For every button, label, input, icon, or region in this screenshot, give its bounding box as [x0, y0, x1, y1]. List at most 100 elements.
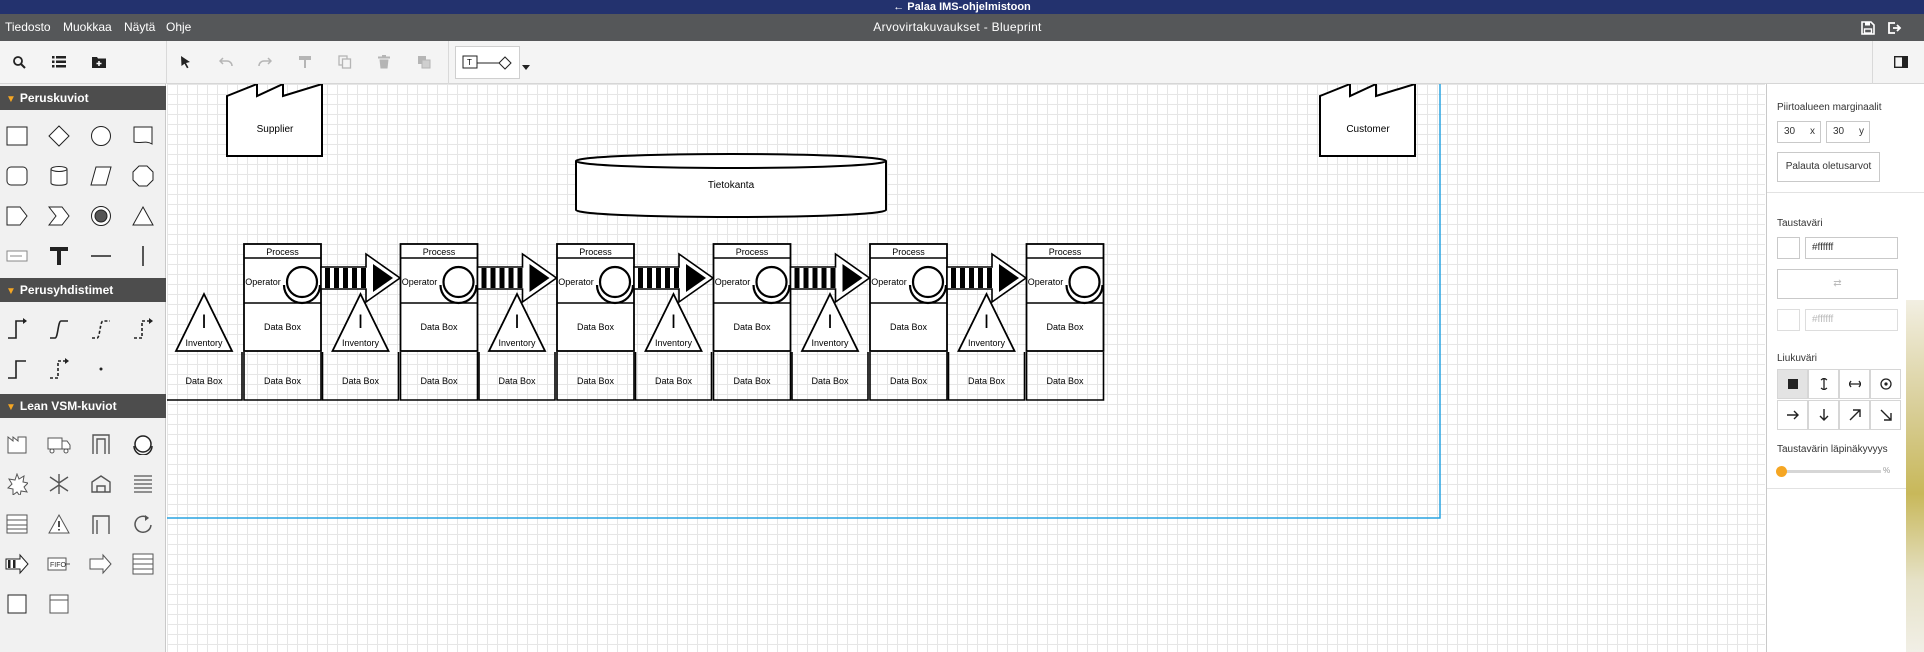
opacity-slider-handle[interactable] — [1776, 466, 1787, 477]
diamond-shape-icon[interactable] — [42, 119, 76, 153]
truck-shape-icon[interactable] — [42, 427, 76, 461]
octagon-shape-icon[interactable] — [126, 159, 160, 193]
save-icon[interactable] — [1860, 20, 1876, 36]
panel-toggle-icon[interactable] — [1888, 49, 1914, 75]
gradient-right-button[interactable] — [1777, 400, 1808, 430]
header-box-shape-icon[interactable] — [42, 587, 76, 621]
background-color-field[interactable]: #ffffff — [1805, 237, 1898, 259]
data-table-shape-icon[interactable] — [126, 547, 160, 581]
gradient-up-right-button[interactable] — [1839, 400, 1870, 430]
drawing-canvas[interactable]: Supplier Customer Tietokanta I Inventory D… — [167, 84, 1765, 652]
chevron-down-icon[interactable] — [522, 60, 530, 70]
database-label: Tietokanta — [708, 180, 755, 191]
format-paint-icon[interactable] — [292, 49, 318, 75]
cycle-arrow-shape-icon[interactable] — [126, 507, 160, 541]
circle-shape-icon[interactable] — [84, 119, 118, 153]
undo-icon[interactable] — [213, 49, 239, 75]
schedule-board-shape-icon[interactable] — [0, 507, 34, 541]
kanban-post-shape-icon[interactable] — [126, 467, 160, 501]
new-folder-icon[interactable] — [86, 49, 112, 75]
search-icon[interactable] — [6, 49, 32, 75]
dashed-arrow-connector-icon[interactable] — [126, 312, 160, 346]
gradient-solid-button[interactable] — [1777, 369, 1808, 399]
menu-file[interactable]: Tiedosto — [5, 14, 51, 41]
warehouse-shape-icon[interactable] — [84, 467, 118, 501]
menu-help[interactable]: Ohje — [166, 14, 191, 41]
opacity-slider[interactable] — [1781, 470, 1881, 473]
reset-defaults-button[interactable]: Palauta oletusarvot — [1777, 152, 1880, 182]
dashed-elbow-connector-icon[interactable] — [42, 352, 76, 386]
section-peruskuviot[interactable]: ▼ Peruskuviot — [0, 86, 166, 110]
parallelogram-shape-icon[interactable] — [84, 159, 118, 193]
rectangle-shape-icon[interactable] — [0, 119, 34, 153]
factory-shape-icon[interactable] — [0, 427, 34, 461]
sequence-pull-shape-icon[interactable] — [84, 507, 118, 541]
exit-icon[interactable] — [1886, 20, 1902, 36]
menu-edit[interactable]: Muokkaa — [63, 14, 112, 41]
box-shape-icon[interactable] — [0, 587, 34, 621]
operator-label: Operator — [871, 277, 907, 287]
orthogonal-connector-icon[interactable] — [0, 312, 34, 346]
push-arrow-stripe — [794, 268, 800, 288]
airplane-shape-icon[interactable] — [42, 467, 76, 501]
delete-icon[interactable] — [371, 49, 397, 75]
operator-shape-icon[interactable] — [126, 427, 160, 461]
fifo-lane-shape-icon[interactable]: FIFO — [42, 547, 76, 581]
customer-factory[interactable]: Customer — [1319, 84, 1416, 157]
margin-y-field[interactable]: 30 y — [1826, 121, 1870, 143]
double-circle-shape-icon[interactable] — [84, 199, 118, 233]
section-perusyhdistimet[interactable]: ▼ Perusyhdistimet — [0, 278, 166, 302]
copy-icon[interactable] — [332, 49, 358, 75]
gradient-color-field[interactable]: #ffffff — [1805, 309, 1898, 331]
process-box[interactable] — [399, 243, 479, 352]
menu-view[interactable]: Näytä — [124, 14, 155, 41]
vertical-line-shape-icon[interactable] — [126, 239, 160, 273]
section-lean-vsm-kuviot[interactable]: ▼ Lean VSM-kuviot — [0, 394, 166, 418]
elbow-connector-icon[interactable] — [0, 352, 34, 386]
curved-connector-icon[interactable] — [42, 312, 76, 346]
document-shape-icon[interactable] — [126, 119, 160, 153]
text-shape-icon[interactable] — [42, 239, 76, 273]
gradient-radial-button[interactable] — [1870, 369, 1901, 399]
process-box[interactable] — [1025, 243, 1105, 352]
opacity-value: % — [1883, 466, 1891, 475]
margin-x-field[interactable]: 30 x — [1777, 121, 1821, 143]
database-shape[interactable]: Tietokanta — [575, 153, 887, 218]
back-to-ims-link[interactable]: ← Palaa IMS-ohjelmistoon — [0, 0, 1924, 14]
dashed-curved-connector-icon[interactable] — [84, 312, 118, 346]
waypoint-icon[interactable] — [84, 352, 118, 386]
text-field-shape-icon[interactable] — [0, 239, 34, 273]
process-box[interactable] — [243, 243, 322, 352]
process-box[interactable] — [556, 243, 635, 352]
list-icon[interactable] — [46, 49, 72, 75]
swap-colors-button[interactable]: ⇄ — [1777, 269, 1898, 299]
gradient-down-button[interactable] — [1808, 400, 1839, 430]
gradient-vertical-button[interactable] — [1808, 369, 1839, 399]
gradient-horizontal-button[interactable] — [1839, 369, 1870, 399]
triangle-shape-icon[interactable] — [126, 199, 160, 233]
gradient-down-right-button[interactable] — [1870, 400, 1901, 430]
warning-shape-icon[interactable] — [42, 507, 76, 541]
push-arrow-stripe — [978, 268, 983, 288]
push-arrow-shape-icon[interactable] — [0, 547, 34, 581]
shipment-arrow-shape-icon[interactable] — [84, 547, 118, 581]
supermarket-shape-icon[interactable] — [84, 427, 118, 461]
inventory-databox-label: Data Box — [342, 376, 380, 386]
duplicate-icon[interactable] — [411, 49, 437, 75]
kaizen-burst-shape-icon[interactable] — [0, 467, 34, 501]
pointer-icon[interactable] — [173, 49, 199, 75]
chevron-down-icon: ▼ — [6, 94, 16, 105]
vsm-diagram[interactable]: Supplier Customer Tietokanta I Inventory D… — [167, 84, 1765, 652]
chevron-shape-icon[interactable] — [42, 199, 76, 233]
cylinder-shape-icon[interactable] — [42, 159, 76, 193]
pentagon-tag-shape-icon[interactable] — [0, 199, 34, 233]
rounded-rectangle-shape-icon[interactable] — [0, 159, 34, 193]
supplier-factory[interactable]: Supplier — [226, 84, 323, 157]
process-box[interactable] — [712, 243, 792, 352]
gradient-color-swatch[interactable] — [1777, 309, 1800, 331]
redo-icon[interactable] — [252, 49, 278, 75]
connector-style-icon[interactable]: T — [455, 46, 520, 79]
process-box[interactable] — [869, 243, 948, 352]
background-color-swatch[interactable] — [1777, 237, 1800, 259]
horizontal-line-shape-icon[interactable] — [84, 239, 118, 273]
